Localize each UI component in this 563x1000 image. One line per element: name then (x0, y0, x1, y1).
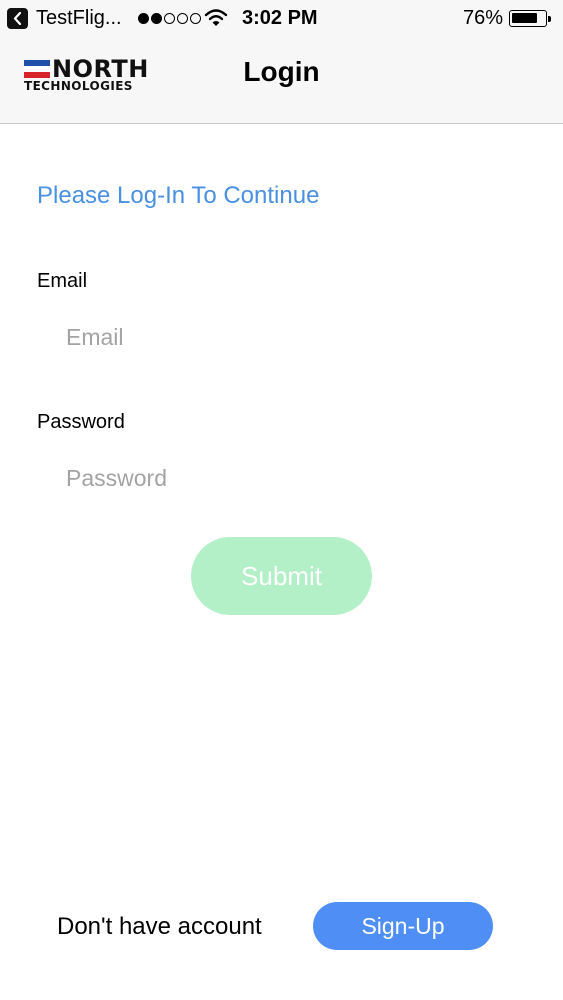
login-prompt: Please Log-In To Continue (37, 182, 320, 209)
battery-icon (509, 10, 551, 27)
login-screen: TestFlig... 3:02 PM 76% NORTH TECHNOLOGI… (0, 0, 563, 1000)
navigation-bar: NORTH TECHNOLOGIES Login (0, 36, 563, 124)
password-field[interactable] (52, 457, 512, 499)
password-label: Password (37, 411, 125, 433)
chevron-left-icon (13, 12, 22, 25)
email-label: Email (37, 270, 88, 292)
north-technologies-logo: NORTH TECHNOLOGIES (24, 55, 164, 96)
signal-dot (138, 13, 149, 24)
battery-percent: 76% (463, 7, 504, 29)
logo-flag-icon (24, 60, 50, 78)
cellular-signal-icon (138, 13, 201, 24)
submit-button[interactable]: Submit (191, 537, 372, 615)
battery-fill (512, 13, 538, 23)
no-account-text: Don't have account (57, 913, 262, 940)
signal-dot (151, 13, 162, 24)
sign-up-button[interactable]: Sign-Up (313, 902, 493, 950)
battery-tip (548, 16, 551, 22)
clock: 3:02 PM (242, 7, 318, 29)
logo-subtitle: TECHNOLOGIES (24, 79, 133, 93)
back-to-app-button[interactable] (7, 8, 28, 29)
page-title: Login (243, 56, 320, 87)
wifi-icon (204, 9, 228, 26)
signal-dot (190, 13, 201, 24)
signal-dot (164, 13, 175, 24)
email-field[interactable] (52, 316, 512, 358)
signal-dot (177, 13, 188, 24)
back-app-name[interactable]: TestFlig... (36, 7, 122, 30)
status-bar: TestFlig... 3:02 PM 76% (0, 0, 563, 36)
